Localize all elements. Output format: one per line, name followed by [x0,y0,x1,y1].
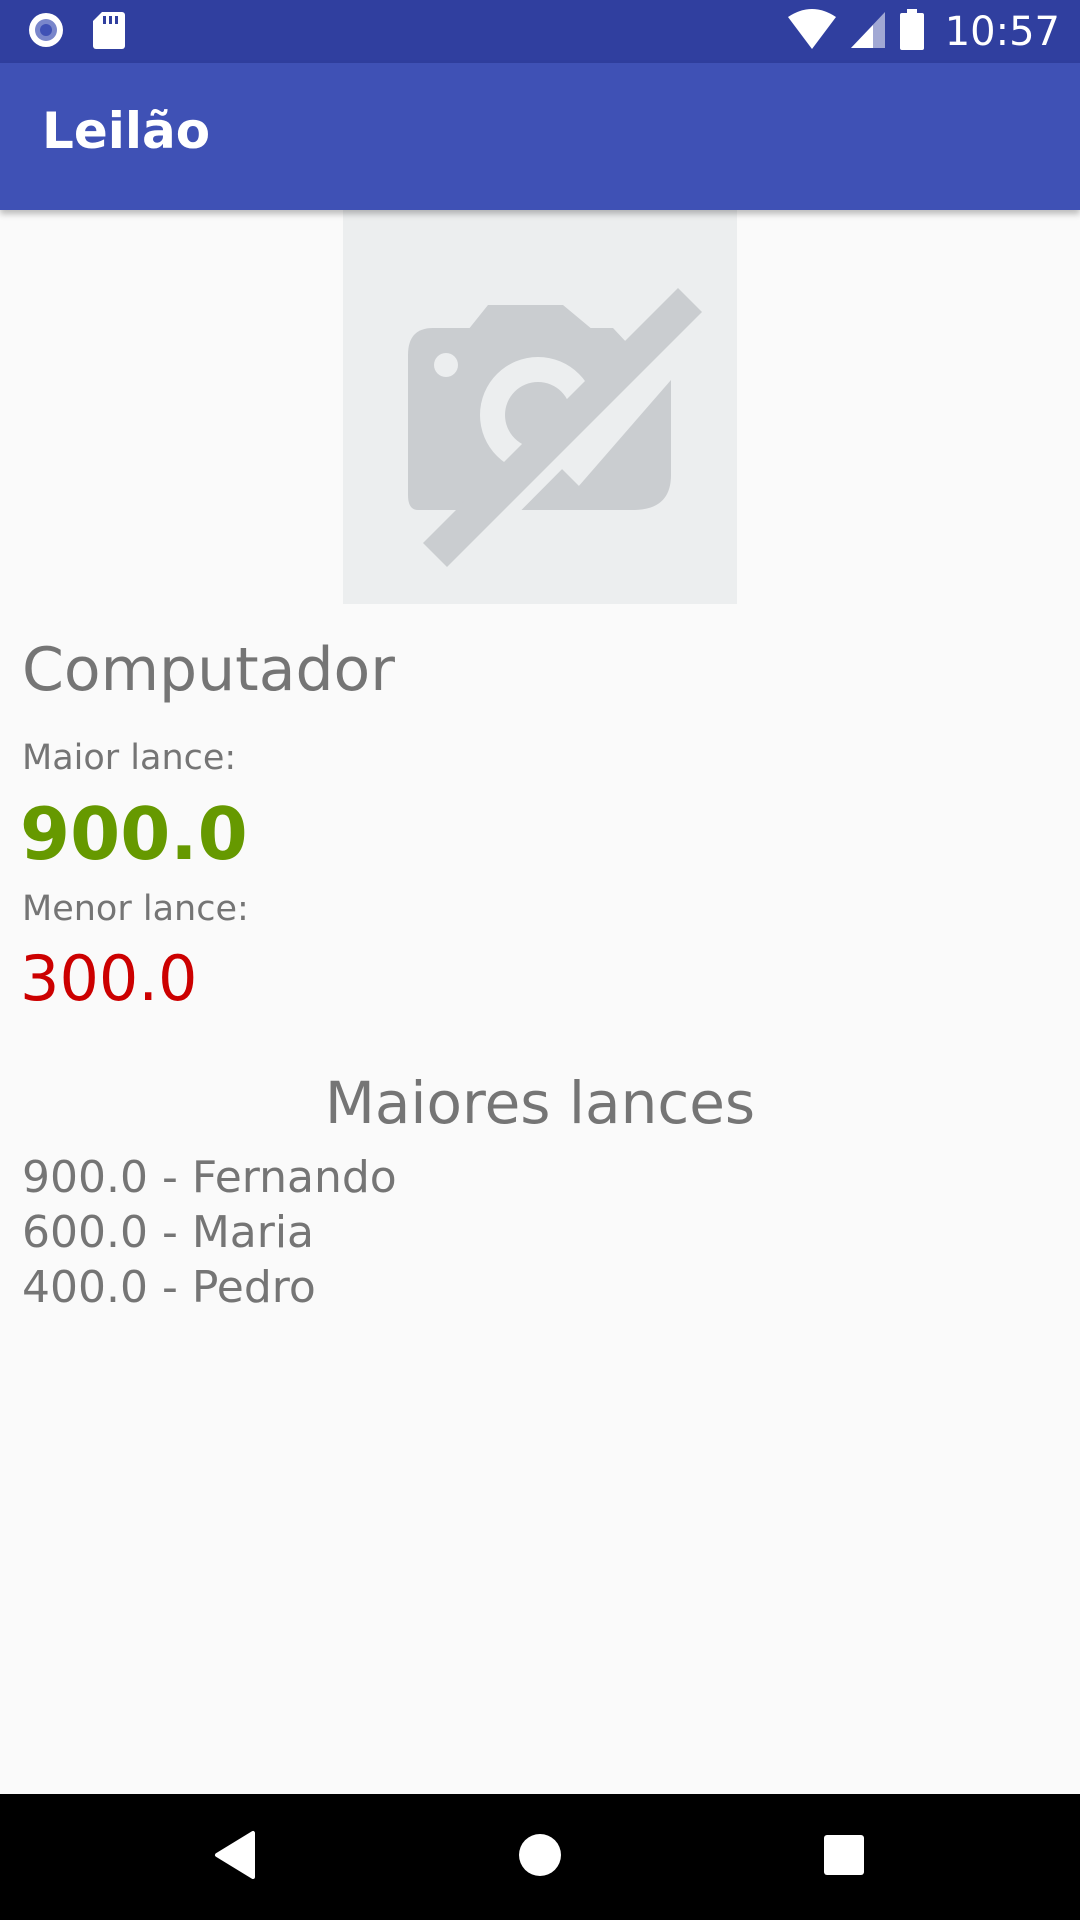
status-bar: 10:57 [0,0,1080,63]
recents-icon [823,1834,865,1880]
top-bids-title: Maiores lances [324,1069,756,1137]
list-item: 400.0 - Pedro [22,1262,316,1313]
max-bid-value: 900.0 [20,792,248,876]
product-name: Computador [22,635,395,705]
status-time: 10:57 [944,9,1060,55]
battery-icon [899,9,925,55]
wifi-icon [787,9,837,55]
navigation-bar [0,1794,1080,1920]
signal-icon [849,10,887,54]
back-button[interactable] [200,1822,270,1892]
no-photo-icon [343,288,737,608]
app-bar: Leilão [0,63,1080,210]
list-item: 900.0 - Fernando [22,1152,397,1203]
home-button[interactable] [505,1822,575,1892]
home-icon [517,1832,563,1882]
sd-card-icon [92,10,126,54]
max-bid-label: Maior lance: [22,738,237,778]
min-bid-label: Menor lance: [22,889,249,929]
recents-button[interactable] [809,1822,879,1892]
product-image [343,210,737,604]
app-title: Leilão [42,102,211,160]
auction-details: Computador Maior lance: 900.0 Menor lanc… [0,210,1080,1794]
min-bid-value: 300.0 [20,942,198,1015]
list-item: 600.0 - Maria [22,1207,315,1258]
top-bids-list: 900.0 - Fernando 600.0 - Maria 400.0 - P… [22,1150,397,1315]
back-icon [213,1830,257,1884]
app-notification-icon [26,10,66,54]
